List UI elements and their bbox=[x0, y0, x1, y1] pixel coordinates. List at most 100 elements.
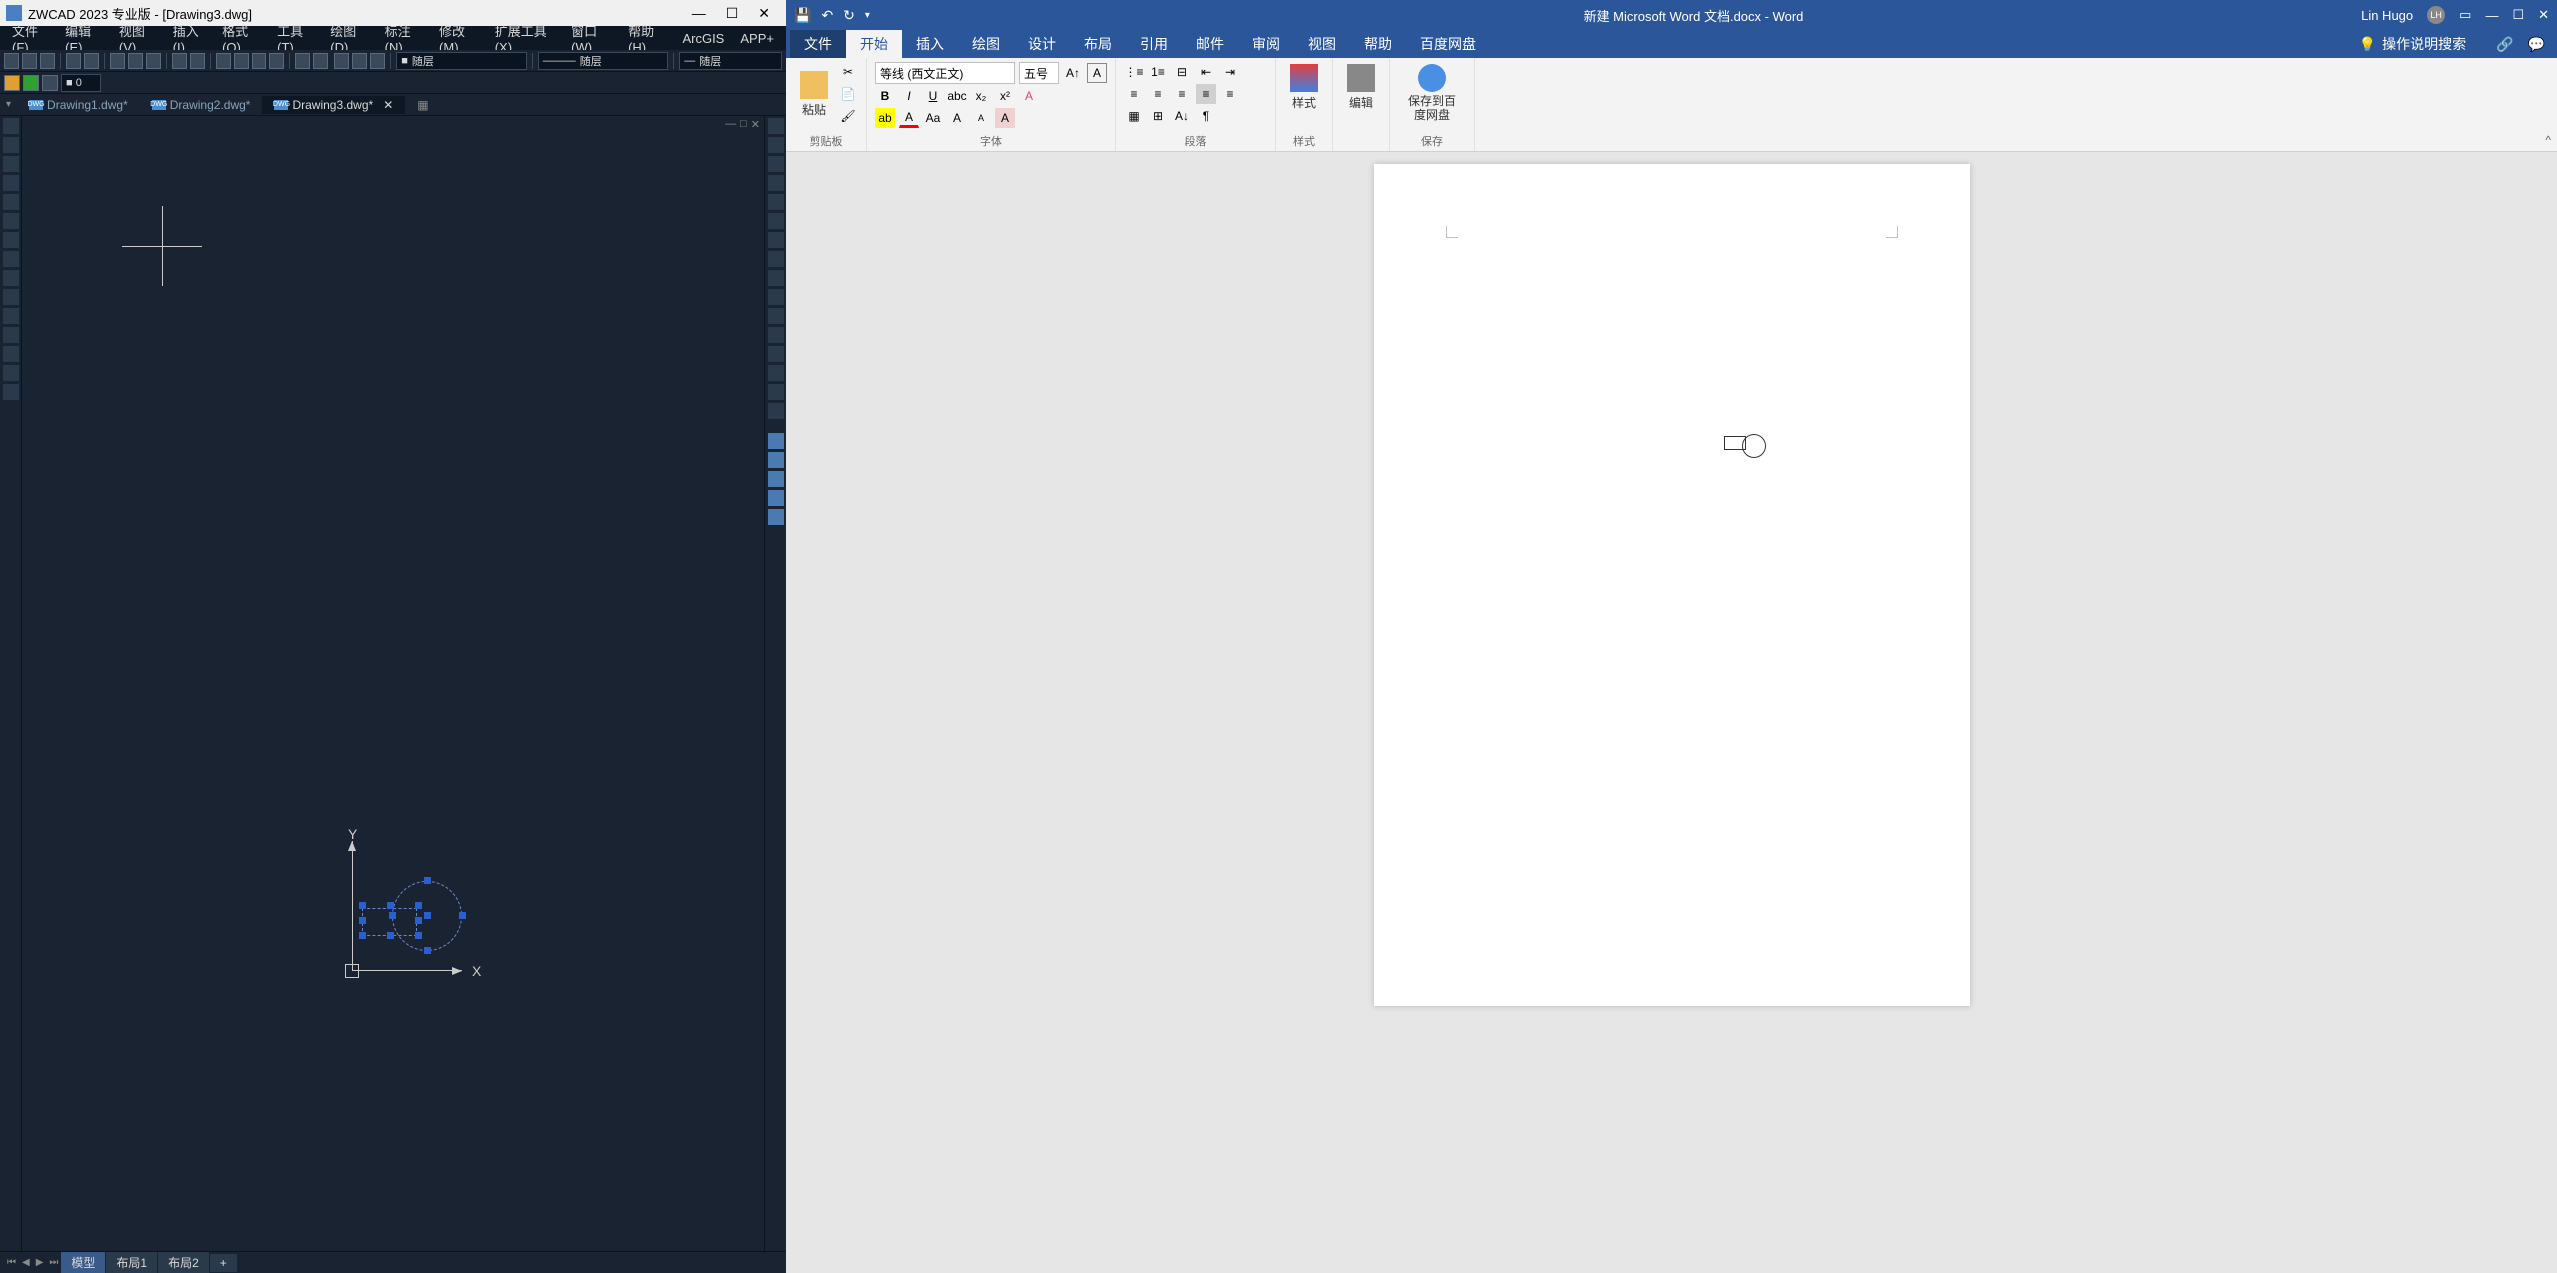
chamfer-icon[interactable] bbox=[768, 365, 784, 381]
ribbon-tab-references[interactable]: 引用 bbox=[1126, 30, 1182, 58]
group4-icon[interactable] bbox=[768, 490, 784, 506]
doc-circle-shape[interactable] bbox=[1742, 434, 1766, 458]
format-painter-button[interactable]: 🖌 bbox=[838, 106, 858, 126]
ribbon-display-icon[interactable]: ▭ bbox=[2459, 7, 2471, 23]
increase-indent-button[interactable]: ⇥ bbox=[1220, 62, 1240, 82]
layer-current[interactable]: ■ 0 bbox=[61, 74, 101, 92]
extend-icon[interactable] bbox=[768, 308, 784, 324]
grip-point[interactable] bbox=[459, 912, 466, 919]
strike-button[interactable]: abc bbox=[947, 86, 967, 106]
underline-button[interactable]: U bbox=[923, 86, 943, 106]
table-icon[interactable] bbox=[3, 384, 19, 400]
maximize-icon[interactable]: ☐ bbox=[2512, 7, 2524, 23]
spline-icon[interactable] bbox=[3, 232, 19, 248]
layer-dropdown[interactable]: ■ 随层 bbox=[396, 52, 527, 70]
word-document-area[interactable] bbox=[786, 152, 2557, 1273]
grip-point[interactable] bbox=[424, 912, 431, 919]
align-left-button[interactable]: ≡ bbox=[1124, 84, 1144, 104]
maximize-icon[interactable]: ☐ bbox=[726, 5, 739, 22]
tab-close-icon[interactable]: ✕ bbox=[383, 98, 393, 112]
arc-icon[interactable] bbox=[3, 194, 19, 210]
color-dropdown[interactable]: ——— 随层 bbox=[538, 52, 669, 70]
baidu-save-button[interactable]: 保存到百度网盘 bbox=[1398, 62, 1466, 125]
pan-icon[interactable] bbox=[216, 53, 231, 69]
line-icon[interactable] bbox=[3, 118, 19, 134]
qat-custom-icon[interactable]: ▾ bbox=[865, 10, 870, 21]
grip-point[interactable] bbox=[359, 902, 366, 909]
grip-point[interactable] bbox=[359, 917, 366, 924]
clear-format-button[interactable]: A bbox=[995, 108, 1015, 128]
save-icon[interactable]: 💾 bbox=[794, 7, 811, 24]
canvas-min-icon[interactable]: — bbox=[725, 118, 736, 131]
design-center-icon[interactable] bbox=[313, 53, 328, 69]
zwcad-drawing-canvas[interactable]: — □ ✕ Y X bbox=[22, 116, 764, 1251]
layout-nav-prev-icon[interactable]: ◀ bbox=[19, 1257, 33, 1268]
print-icon[interactable] bbox=[66, 53, 81, 69]
char-shading-button[interactable]: Aa bbox=[923, 108, 943, 128]
rotate-icon[interactable] bbox=[768, 232, 784, 248]
minimize-icon[interactable]: — bbox=[692, 5, 706, 22]
new-icon[interactable] bbox=[4, 53, 19, 69]
layout-nav-first-icon[interactable]: ⏮ bbox=[4, 1257, 19, 1268]
layout-tab-model[interactable]: 模型 bbox=[61, 1252, 106, 1273]
explode-icon[interactable] bbox=[768, 403, 784, 419]
undo-icon[interactable]: ↶ bbox=[821, 7, 833, 24]
polyline-icon[interactable] bbox=[3, 137, 19, 153]
ribbon-tab-insert[interactable]: 插入 bbox=[902, 30, 958, 58]
copy-icon[interactable] bbox=[128, 53, 143, 69]
hatch-icon[interactable] bbox=[3, 327, 19, 343]
sort-button[interactable]: A↓ bbox=[1172, 106, 1192, 126]
grip-point[interactable] bbox=[359, 932, 366, 939]
rectangle-icon[interactable] bbox=[3, 175, 19, 191]
ribbon-tab-file[interactable]: 文件 bbox=[790, 30, 846, 58]
tb-icon-c[interactable] bbox=[370, 53, 385, 69]
properties-icon[interactable] bbox=[295, 53, 310, 69]
borders-button[interactable]: ⊞ bbox=[1148, 106, 1168, 126]
cut-icon[interactable] bbox=[110, 53, 125, 69]
offset-icon[interactable] bbox=[768, 175, 784, 191]
bullets-button[interactable]: ⋮≡ bbox=[1124, 62, 1144, 82]
zoom-extents-icon[interactable] bbox=[269, 53, 284, 69]
region-icon[interactable] bbox=[3, 346, 19, 362]
canvas-close-icon[interactable]: ✕ bbox=[751, 118, 760, 131]
close-icon[interactable]: ✕ bbox=[758, 5, 770, 22]
justify-button[interactable]: ≡ bbox=[1196, 84, 1216, 104]
tb-icon-a[interactable] bbox=[334, 53, 349, 69]
superscript-button[interactable]: x² bbox=[995, 86, 1015, 106]
decrease-indent-button[interactable]: ⇤ bbox=[1196, 62, 1216, 82]
distributed-button[interactable]: ≡ bbox=[1220, 84, 1240, 104]
collapse-ribbon-icon[interactable]: ^ bbox=[2545, 133, 2551, 147]
join-icon[interactable] bbox=[768, 346, 784, 362]
doc-tab-2[interactable]: DWGDrawing2.dwg* bbox=[140, 96, 263, 114]
grip-point[interactable] bbox=[387, 932, 394, 939]
menu-arcgis[interactable]: ArcGIS bbox=[674, 31, 732, 46]
group2-icon[interactable] bbox=[768, 452, 784, 468]
grip-point[interactable] bbox=[389, 912, 396, 919]
tab-scroll-left-icon[interactable]: ▾ bbox=[0, 99, 17, 110]
undo-icon[interactable] bbox=[172, 53, 187, 69]
ribbon-tab-home[interactable]: 开始 bbox=[846, 30, 902, 58]
trim-icon[interactable] bbox=[768, 289, 784, 305]
canvas-max-icon[interactable]: □ bbox=[740, 118, 747, 131]
layout-tab-2[interactable]: 布局2 bbox=[158, 1252, 210, 1273]
grip-point[interactable] bbox=[415, 917, 422, 924]
tb-icon-b[interactable] bbox=[352, 53, 367, 69]
grow-font-icon[interactable]: A bbox=[947, 108, 967, 128]
grip-point[interactable] bbox=[424, 947, 431, 954]
open-icon[interactable] bbox=[22, 53, 37, 69]
close-icon[interactable]: ✕ bbox=[2538, 7, 2549, 23]
move-icon[interactable] bbox=[768, 213, 784, 229]
show-marks-button[interactable]: ¶ bbox=[1196, 106, 1216, 126]
numbering-button[interactable]: 1≡ bbox=[1148, 62, 1168, 82]
styles-button[interactable]: 样式 bbox=[1284, 62, 1324, 113]
text-icon[interactable] bbox=[3, 365, 19, 381]
layer-icon[interactable] bbox=[4, 75, 20, 91]
layer-off-icon[interactable] bbox=[42, 75, 58, 91]
cut-button[interactable]: ✂ bbox=[838, 62, 858, 82]
ribbon-tab-layout[interactable]: 布局 bbox=[1070, 30, 1126, 58]
ribbon-tab-view[interactable]: 视图 bbox=[1294, 30, 1350, 58]
multilevel-button[interactable]: ⊟ bbox=[1172, 62, 1192, 82]
tell-me-search[interactable]: 操作说明搜索 bbox=[2382, 34, 2466, 54]
phonetic-button[interactable]: A bbox=[1087, 63, 1107, 83]
layout-nav-last-icon[interactable]: ⏭ bbox=[46, 1257, 61, 1268]
